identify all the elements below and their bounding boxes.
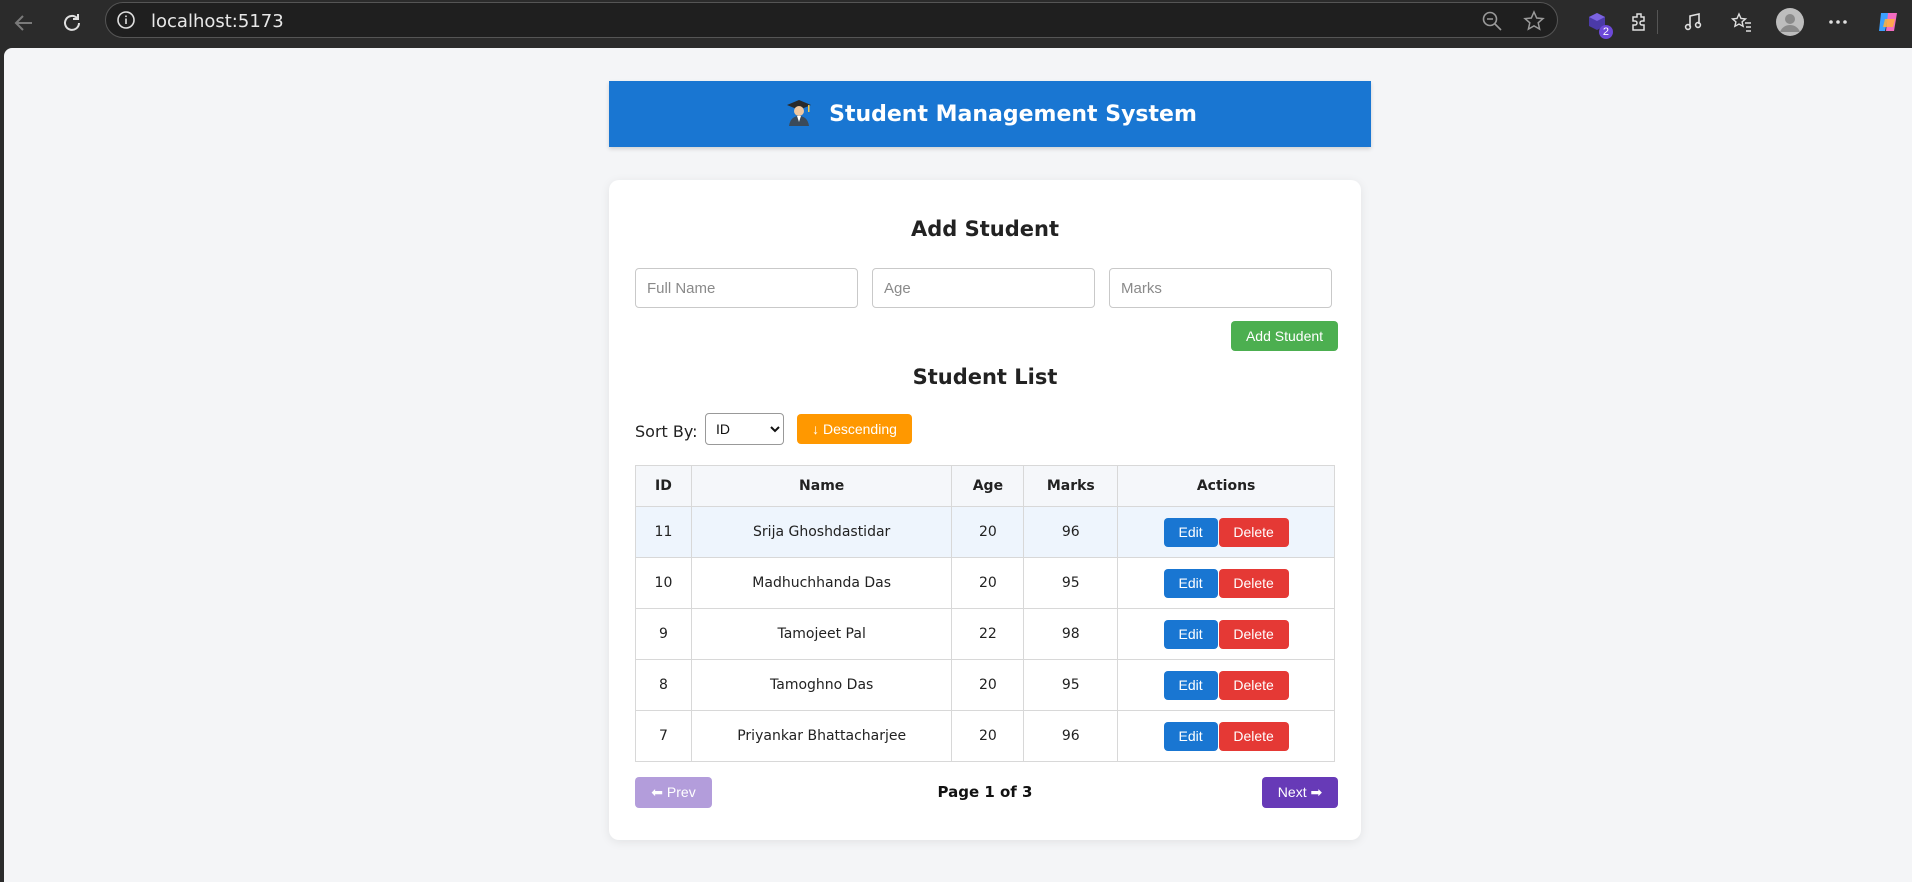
cell-age: 20 <box>951 710 1025 762</box>
delete-button[interactable]: Delete <box>1218 619 1289 649</box>
page-indicator: Page 1 of 3 <box>937 783 1033 801</box>
column-header: ID <box>635 465 692 507</box>
sort-order-button[interactable]: ↓ Descending <box>797 414 912 444</box>
extensions-puzzle-icon[interactable] <box>1623 5 1657 39</box>
add-student-heading: Add Student <box>910 217 1059 241</box>
column-header: Age <box>951 465 1025 507</box>
cell-age: 22 <box>951 608 1025 660</box>
cell-id: 11 <box>635 506 692 558</box>
column-header: Name <box>690 465 953 507</box>
cell-id: 7 <box>635 710 692 762</box>
cell-actions: Edit Delete <box>1117 557 1335 609</box>
favorite-star-icon[interactable] <box>1523 10 1545 37</box>
toolbar-separator <box>1657 10 1658 34</box>
more-menu-icon[interactable] <box>1821 5 1855 39</box>
browser-toolbar: localhost:5173 2 <box>0 0 1912 46</box>
address-bar[interactable]: localhost:5173 <box>105 2 1558 38</box>
delete-button[interactable]: Delete <box>1218 568 1289 598</box>
table-row: 9 Tamojeet Pal 22 98 Edit Delete <box>635 608 1335 660</box>
cell-age: 20 <box>951 557 1025 609</box>
cell-marks: 95 <box>1023 557 1119 609</box>
cell-marks: 98 <box>1023 608 1119 660</box>
delete-button[interactable]: Delete <box>1218 670 1289 700</box>
add-student-button[interactable]: Add Student <box>1231 321 1338 351</box>
sort-by-select[interactable]: ID <box>705 413 784 445</box>
cell-actions: Edit Delete <box>1117 710 1335 762</box>
age-input[interactable] <box>872 268 1095 308</box>
next-page-button[interactable]: Next ➡ <box>1262 777 1338 808</box>
cell-name: Tamoghno Das <box>690 659 953 711</box>
cell-name: Srija Ghoshdastidar <box>690 506 953 558</box>
cell-marks: 95 <box>1023 659 1119 711</box>
page-viewport: Student Management System Add Student Ad… <box>4 48 1912 882</box>
edit-button[interactable]: Edit <box>1163 670 1218 700</box>
cell-marks: 96 <box>1023 710 1119 762</box>
full-name-input[interactable] <box>635 268 858 308</box>
student-list-heading: Student List <box>912 365 1058 389</box>
media-control-icon[interactable] <box>1677 5 1711 39</box>
cell-age: 20 <box>951 506 1025 558</box>
extension-badge: 2 <box>1598 25 1613 39</box>
student-card: Add Student Add Student Student List Sor… <box>609 180 1361 840</box>
edit-button[interactable]: Edit <box>1163 721 1218 751</box>
cell-name: Tamojeet Pal <box>690 608 953 660</box>
cell-id: 9 <box>635 608 692 660</box>
delete-button[interactable]: Delete <box>1218 721 1289 751</box>
cell-age: 20 <box>951 659 1025 711</box>
table-row: 10 Madhuchhanda Das 20 95 Edit Delete <box>635 557 1335 609</box>
table-header-row: ID Name Age Marks Actions <box>635 465 1335 507</box>
marks-input[interactable] <box>1109 268 1332 308</box>
back-arrow-icon[interactable] <box>8 7 40 39</box>
favorites-list-icon[interactable] <box>1725 5 1759 39</box>
edit-button[interactable]: Edit <box>1163 568 1218 598</box>
cell-actions: Edit Delete <box>1117 608 1335 660</box>
app-header: Student Management System <box>609 81 1371 147</box>
cell-name: Priyankar Bhattacharjee <box>690 710 953 762</box>
url-text[interactable]: localhost:5173 <box>151 11 284 32</box>
extension-cube-icon[interactable]: 2 <box>1580 5 1614 39</box>
sort-by-label: Sort By: <box>635 422 698 441</box>
table-row: 7 Priyankar Bhattacharjee 20 96 Edit Del… <box>635 710 1335 762</box>
graduate-student-icon <box>783 96 815 133</box>
profile-avatar-icon[interactable] <box>1773 5 1807 39</box>
edit-button[interactable]: Edit <box>1163 619 1218 649</box>
cell-marks: 96 <box>1023 506 1119 558</box>
copilot-icon[interactable] <box>1871 5 1905 39</box>
column-header: Actions <box>1117 465 1335 507</box>
cell-id: 8 <box>635 659 692 711</box>
table-row: 8 Tamoghno Das 20 95 Edit Delete <box>635 659 1335 711</box>
column-header: Marks <box>1023 465 1119 507</box>
app-title: Student Management System <box>829 101 1197 127</box>
reload-icon[interactable] <box>56 7 88 39</box>
cell-actions: Edit Delete <box>1117 506 1335 558</box>
delete-button[interactable]: Delete <box>1218 517 1289 547</box>
table-row: 11 Srija Ghoshdastidar 20 96 Edit Delete <box>635 506 1335 558</box>
student-table: ID Name Age Marks Actions 11 Srija Ghosh… <box>635 465 1335 762</box>
cell-name: Madhuchhanda Das <box>690 557 953 609</box>
edit-button[interactable]: Edit <box>1163 517 1218 547</box>
cell-actions: Edit Delete <box>1117 659 1335 711</box>
cell-id: 10 <box>635 557 692 609</box>
zoom-out-icon[interactable] <box>1481 10 1503 37</box>
site-info-icon[interactable] <box>116 10 136 35</box>
